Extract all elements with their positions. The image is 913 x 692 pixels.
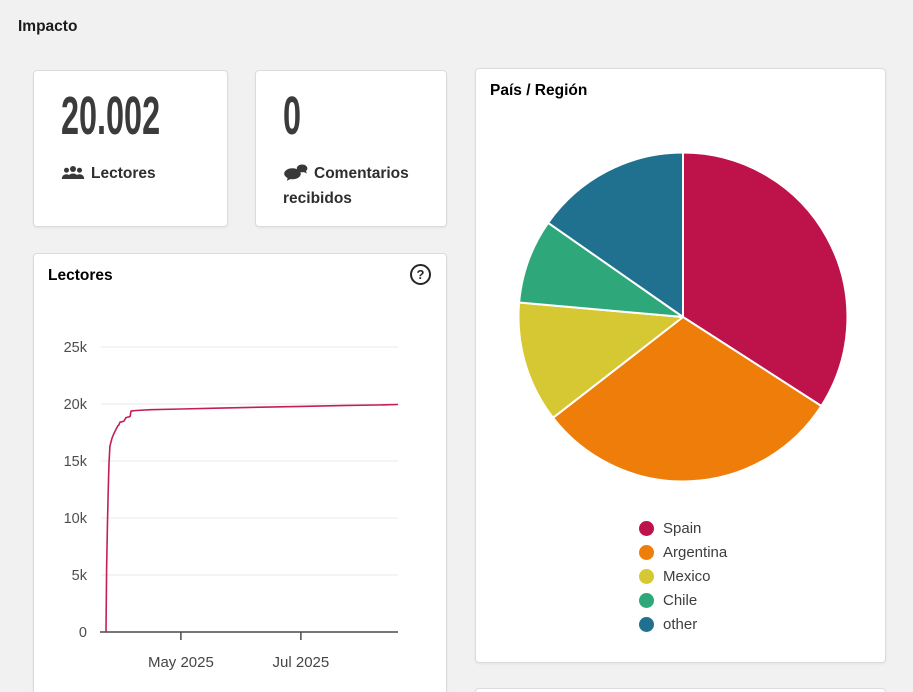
svg-text:15k: 15k — [64, 454, 88, 470]
comment-bubbles-icon — [284, 164, 308, 181]
help-icon[interactable]: ? — [410, 264, 431, 285]
svg-text:10k: 10k — [64, 511, 88, 527]
legend-label: other — [663, 615, 698, 633]
legend-swatch — [639, 592, 654, 608]
legend-label: Spain — [663, 519, 702, 537]
legend-item-mexico: Mexico — [639, 564, 727, 588]
pie-legend: Spain Argentina Mexico Chile other — [639, 516, 727, 636]
legend-swatch — [639, 568, 654, 584]
legend-label: Mexico — [663, 567, 711, 585]
readers-line-chart: 0 5k 10k 15k 20k 25k May 2025 Jul 2025 — [64, 340, 399, 671]
readers-chart-card: Lectores ? 0 5k 10k 15k 20k 25k May 2025 Jul 20… — [33, 253, 447, 692]
comments-stat-card: 0 Comentarios recibidos — [255, 70, 447, 227]
legend-item-spain: Spain — [639, 516, 727, 540]
legend-label: Chile — [663, 591, 698, 609]
legend-swatch — [639, 520, 654, 536]
readers-count: 20.002 — [61, 86, 161, 146]
readers-chart-title: Lectores — [48, 267, 113, 284]
svg-text:20k: 20k — [64, 397, 88, 413]
legend-item-chile: Chile — [639, 588, 727, 612]
readers-stat-card: 20.002 Lectores — [33, 70, 228, 227]
svg-text:0: 0 — [79, 625, 87, 641]
svg-text:25k: 25k — [64, 340, 88, 356]
legend-swatch — [639, 616, 654, 632]
svg-text:Jul 2025: Jul 2025 — [273, 654, 330, 671]
legend-label: Argentina — [663, 543, 728, 561]
legend-item-argentina: Argentina — [639, 540, 727, 564]
svg-text:May 2025: May 2025 — [148, 654, 214, 671]
svg-text:5k: 5k — [72, 568, 88, 584]
page-title: Impacto — [18, 18, 78, 35]
country-chart-title: País / Región — [490, 82, 588, 99]
comments-label-row: Comentarios recibidos — [283, 161, 425, 211]
readers-group-icon — [61, 166, 85, 179]
legend-item-other: other — [639, 612, 727, 636]
readers-label: Lectores — [91, 165, 156, 182]
legend-swatch — [639, 544, 654, 560]
country-chart-card: País / Región Spain Argentina Mexico Chile o… — [475, 68, 886, 663]
next-card-partial — [475, 688, 886, 692]
comments-count: 0 — [283, 86, 302, 146]
impact-stats-page: Impacto 20.002 Lectores 0 Comentarios re… — [0, 0, 913, 692]
readers-label-row: Lectores — [61, 161, 203, 186]
